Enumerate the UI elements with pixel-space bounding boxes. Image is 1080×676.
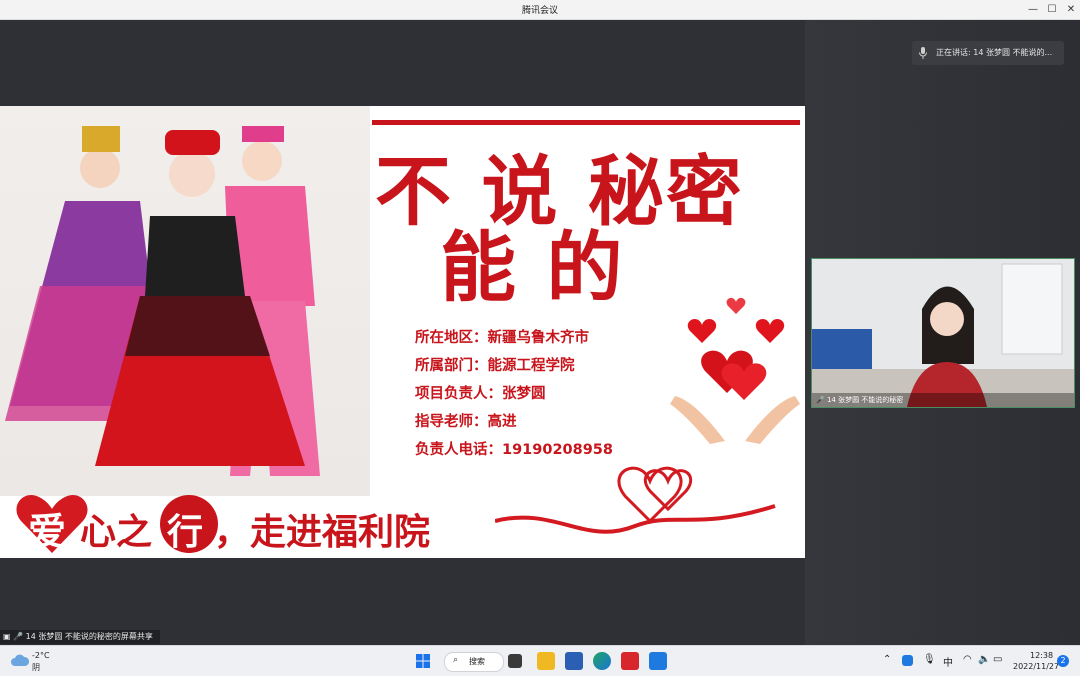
screen-share-label: ▣ 🎤 14 张梦圆 不能说的秘密的屏幕共享 [0,630,160,644]
window-title: 腾讯会议 [521,6,558,16]
volume-icon[interactable]: 🔈 [978,654,990,665]
chevron-up-icon[interactable]: ⌃ [883,654,891,665]
clock-date[interactable]: 2022/11/27 [1013,662,1059,671]
mic-icon: 🎤 [13,632,24,641]
tencent-meeting-icon[interactable] [649,652,667,670]
participant-video[interactable]: 🎤 14 张梦圆 不能说的秘密 [811,258,1075,408]
search-label: 搜索 [469,657,485,666]
ribbon-hearts-decoration [495,466,776,534]
shared-slide: 不 说 秘密 能 的 所在地区：新疆乌鲁木齐市 所属部门：能源工程学院 项目负责… [0,106,805,558]
info-leader: 项目负责人：张梦圆 [415,386,546,402]
banner-char-love: 爱 [28,510,67,554]
notification-badge[interactable]: 2 [1057,655,1069,667]
mic-icon [919,47,927,59]
dancers-photo [0,106,370,496]
weather-desc: 阴 [32,663,40,672]
search-icon: ⌕ [453,655,459,665]
banner-text-heart: 心之 [80,512,153,553]
slide-title-line2: 能 的 [440,223,625,312]
slide-title-line1: 不 说 秘密 [375,147,744,236]
participant-name: 14 张梦圆 不能说的秘密 [826,396,904,404]
window-titlebar: 腾讯会议 — ☐ ✕ [0,0,1080,20]
mic-icon[interactable]: 🎙 [923,654,936,665]
info-advisor: 指导老师：高进 [415,414,517,430]
cloud-icon [11,654,30,666]
ime-indicator[interactable]: 中 [943,654,953,669]
info-department: 所属部门：能源工程学院 [415,358,575,374]
title-rule [372,120,800,125]
speaking-text: 正在讲话: 14 张梦圆 不能说的... [936,48,1053,57]
edge-icon[interactable] [593,652,611,670]
screen-share-text: 14 张梦圆 不能说的秘密的屏幕共享 [25,632,153,641]
taskview-icon[interactable] [508,654,522,668]
tray-meeting-icon[interactable] [902,655,913,666]
windows-start-icon[interactable] [414,652,432,670]
close-button[interactable]: ✕ [1060,2,1080,17]
banner-char-go: 行 [167,512,204,553]
participant-video-label: 🎤 14 张梦圆 不能说的秘密 [812,393,1074,407]
hearts-hands-image [670,297,800,444]
banner-text-rest: ，走进福利院 [214,512,431,553]
file-explorer-icon[interactable] [537,652,555,670]
speaking-indicator: 正在讲话: 14 张梦圆 不能说的... [912,41,1064,65]
word-icon[interactable] [565,652,583,670]
slide-banner: 爱 心之 行 ，走进福利院 [0,466,805,558]
clock-time[interactable]: 12:38 [1030,651,1053,660]
windows-taskbar: -2°C 阴 ⌕ 搜索 ⌃ 🎙 中 ◠ 🔈 ▭ 12:38 2022/11/27… [0,645,1080,676]
wps-icon[interactable] [621,652,639,670]
battery-icon[interactable]: ▭ [993,654,1002,665]
screen-icon: ▣ [3,632,11,641]
weather-temp: -2°C [32,651,50,660]
search-box[interactable]: ⌕ 搜索 [444,652,504,672]
mic-icon: 🎤 [816,396,825,404]
info-region: 所在地区：新疆乌鲁木齐市 [415,330,589,346]
wifi-icon[interactable]: ◠ [963,654,972,665]
